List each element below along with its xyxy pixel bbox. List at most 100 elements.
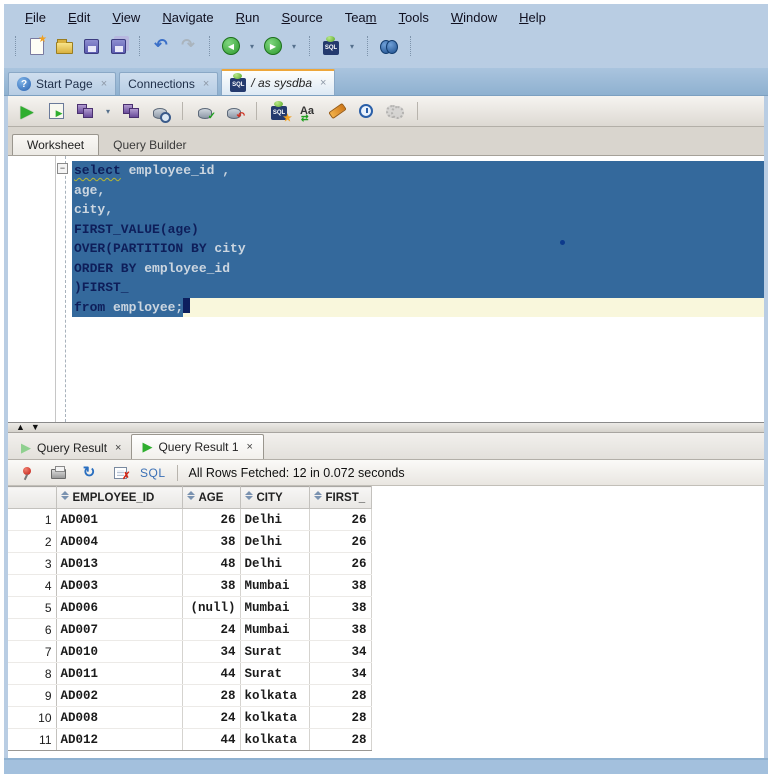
delete-results-button[interactable]	[109, 462, 131, 484]
age-cell[interactable]: 28	[182, 684, 241, 707]
age-cell[interactable]: 34	[182, 640, 241, 663]
age-cell[interactable]: 44	[182, 662, 241, 685]
employee-id-cell[interactable]: AD013	[56, 552, 183, 575]
open-file-button[interactable]	[53, 35, 75, 57]
column-header-first[interactable]: FIRST_	[308, 486, 372, 509]
first-value-cell[interactable]: 38	[309, 596, 372, 619]
table-row[interactable]: 11 AD012 44 kolkata 28	[8, 728, 372, 751]
table-row[interactable]: 4 AD003 38 Mumbai 38	[8, 574, 372, 597]
menu-item[interactable]: Navigate	[153, 7, 222, 28]
menu-item[interactable]: View	[103, 7, 149, 28]
employee-id-cell[interactable]: AD012	[56, 728, 183, 751]
column-header-city[interactable]: CITY	[239, 486, 310, 509]
close-icon[interactable]: ×	[203, 78, 209, 90]
employee-id-cell[interactable]: AD002	[56, 684, 183, 707]
menu-item[interactable]: File	[16, 7, 55, 28]
first-value-cell[interactable]: 34	[309, 662, 372, 685]
sql-history-button[interactable]	[355, 100, 377, 122]
redo-button[interactable]: ↷	[177, 35, 199, 57]
undo-button[interactable]: ↶	[150, 35, 172, 57]
first-value-cell[interactable]: 28	[309, 728, 372, 751]
find-button[interactable]	[378, 35, 400, 57]
city-cell[interactable]: Delhi	[240, 530, 310, 553]
close-icon[interactable]: ×	[115, 442, 121, 454]
employee-id-cell[interactable]: AD001	[56, 508, 183, 531]
pin-button[interactable]	[16, 462, 38, 484]
sort-icon[interactable]	[186, 491, 195, 500]
city-cell[interactable]: Surat	[240, 640, 310, 663]
city-cell[interactable]: Surat	[240, 662, 310, 685]
sql-link[interactable]: SQL	[140, 466, 166, 480]
back-button[interactable]: ◀	[220, 35, 242, 57]
age-cell[interactable]: 26	[182, 508, 241, 531]
tab-sysdba-connection[interactable]: SQL / as sysdba ×	[221, 69, 336, 95]
back-dropdown-caret[interactable]: ▾	[247, 42, 257, 51]
forward-button[interactable]: ▶	[262, 35, 284, 57]
table-row[interactable]: 7 AD010 34 Surat 34	[8, 640, 372, 663]
menu-item[interactable]: Source	[273, 7, 332, 28]
first-value-cell[interactable]: 26	[309, 530, 372, 553]
city-cell[interactable]: Mumbai	[240, 618, 310, 641]
menu-item[interactable]: Help	[510, 7, 555, 28]
sql-worksheet-dropdown-caret[interactable]: ▾	[347, 42, 357, 51]
employee-id-cell[interactable]: AD004	[56, 530, 183, 553]
first-value-cell[interactable]: 26	[309, 508, 372, 531]
table-row[interactable]: 9 AD002 28 kolkata 28	[8, 684, 372, 707]
sort-icon[interactable]	[313, 491, 322, 500]
print-button[interactable]	[47, 462, 69, 484]
tab-connections[interactable]: Connections ×	[119, 72, 219, 95]
first-value-cell[interactable]: 38	[309, 574, 372, 597]
employee-id-cell[interactable]: AD011	[56, 662, 183, 685]
table-row[interactable]: 1 AD001 26 Delhi 26	[8, 508, 372, 531]
employee-id-cell[interactable]: AD008	[56, 706, 183, 729]
sort-icon[interactable]	[60, 491, 69, 500]
collapse-up-icon[interactable]: ▲	[16, 423, 25, 432]
table-row[interactable]: 10 AD008 24 kolkata 28	[8, 706, 372, 729]
menu-item[interactable]: Team	[336, 7, 386, 28]
table-row[interactable]: 5 AD006 (null) Mumbai 38	[8, 596, 372, 619]
employee-id-cell[interactable]: AD007	[56, 618, 183, 641]
column-header-age[interactable]: AGE	[181, 486, 241, 509]
age-cell[interactable]: 38	[182, 574, 241, 597]
employee-id-cell[interactable]: AD003	[56, 574, 183, 597]
table-row[interactable]: 2 AD004 38 Delhi 26	[8, 530, 372, 553]
new-file-button[interactable]: ★	[26, 34, 48, 57]
first-value-cell[interactable]: 28	[309, 684, 372, 707]
collapse-down-icon[interactable]: ▼	[31, 423, 40, 432]
city-cell[interactable]: Mumbai	[240, 596, 310, 619]
sql-tuning-button[interactable]	[149, 100, 171, 123]
city-cell[interactable]: Mumbai	[240, 574, 310, 597]
column-header-employee-id[interactable]: EMPLOYEE_ID	[55, 486, 183, 509]
city-cell[interactable]: kolkata	[240, 706, 310, 729]
age-cell[interactable]: 38	[182, 530, 241, 553]
tab-query-result[interactable]: ▶ Query Result ×	[11, 437, 131, 459]
age-cell[interactable]: 48	[182, 552, 241, 575]
close-icon[interactable]: ×	[101, 78, 107, 90]
panel-splitter[interactable]: ▲ ▼	[8, 422, 764, 433]
save-all-button[interactable]	[107, 35, 129, 57]
menu-item[interactable]: Run	[227, 7, 269, 28]
menu-item[interactable]: Tools	[390, 7, 438, 28]
refresh-button[interactable]: ↻	[78, 462, 100, 484]
employee-id-cell[interactable]: AD006	[56, 596, 183, 619]
age-cell[interactable]: 24	[182, 618, 241, 641]
clear-button[interactable]	[326, 100, 348, 122]
code-fold-icon[interactable]: −	[57, 163, 68, 174]
city-cell[interactable]: Delhi	[240, 552, 310, 575]
code-editor-area[interactable]: select employee_id , age, city, FIRST_VA…	[72, 156, 764, 422]
city-cell[interactable]: Delhi	[240, 508, 310, 531]
age-cell[interactable]: 44	[182, 728, 241, 751]
employee-id-cell[interactable]: AD010	[56, 640, 183, 663]
first-value-cell[interactable]: 34	[309, 640, 372, 663]
menu-item[interactable]: Edit	[59, 7, 99, 28]
city-cell[interactable]: kolkata	[240, 684, 310, 707]
menu-item[interactable]: Window	[442, 7, 506, 28]
tab-worksheet[interactable]: Worksheet	[12, 134, 100, 155]
autotrace-dropdown-caret[interactable]: ▾	[103, 107, 113, 116]
age-cell[interactable]: 24	[182, 706, 241, 729]
autotrace-button[interactable]	[74, 100, 96, 122]
save-button[interactable]	[80, 35, 102, 57]
sort-icon[interactable]	[244, 491, 253, 500]
change-case-button[interactable]: Aa	[297, 100, 319, 124]
first-value-cell[interactable]: 26	[309, 552, 372, 575]
